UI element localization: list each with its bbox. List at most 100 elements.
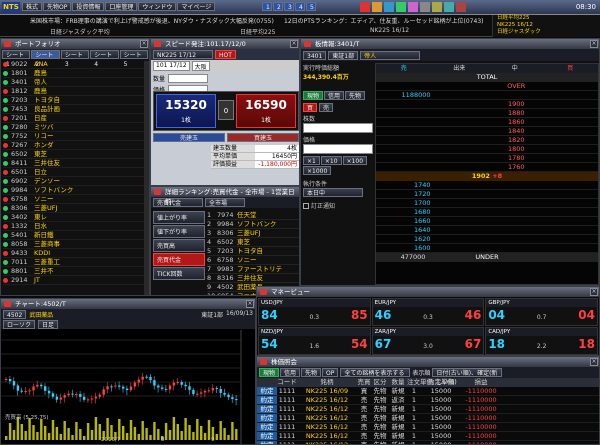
quote-row[interactable]: 1720 (376, 190, 598, 199)
watchlist-row[interactable]: 6501 日立 (3, 168, 147, 177)
index-2[interactable]: 日経平均225 (240, 27, 275, 36)
layout-button[interactable]: 1 (262, 2, 272, 11)
watchlist-row[interactable]: 1332 日水 (3, 222, 147, 231)
quote-row[interactable]: 1860 (376, 118, 598, 127)
fx-pair-tile[interactable]: ZAR/JPY 67 3.0 67 (371, 327, 485, 355)
watchlist-row[interactable]: 1812 鹿島 (3, 87, 147, 96)
quote-row[interactable]: 1680 (376, 208, 598, 217)
quote-row[interactable]: 1760 (376, 163, 598, 172)
fx-pair-tile[interactable]: NZD/JPY 54 1.6 54 (258, 327, 371, 355)
column-header[interactable]: 売買 (357, 378, 371, 387)
ranking-type-select[interactable]: 売買代金 (153, 198, 203, 207)
tier-button[interactable]: ×10 (320, 156, 342, 165)
column-header[interactable]: 損益 (461, 378, 501, 387)
account-select[interactable]: 101 17/12 (153, 61, 190, 71)
buy-toggle[interactable]: 買 (303, 103, 318, 112)
quote-row[interactable]: 1740 (376, 181, 598, 190)
candlestick-chart[interactable] (1, 330, 256, 445)
fx-ask[interactable]: 67 (465, 337, 482, 351)
watchlist-tab[interactable]: シート4 (90, 50, 119, 68)
watchlist-row[interactable]: 6902 デンソー (3, 177, 147, 186)
quote-row[interactable]: 1900 (376, 100, 598, 109)
tier-button[interactable]: ×1000 (303, 166, 332, 175)
watchlist-row[interactable]: 3401 帝人 (3, 78, 147, 87)
watchlist-row[interactable]: 5401 新日鐵 (3, 231, 147, 240)
chart-type-select[interactable]: ローソク (3, 320, 36, 329)
menu-item[interactable]: 口座管理 (105, 2, 138, 11)
ranking-row[interactable]: 5 7203 トヨタ自 (207, 247, 299, 256)
watchlist-tab[interactable]: シート2 (31, 50, 60, 68)
board-qty-input[interactable] (303, 123, 373, 133)
orders-tab[interactable]: 現物 (259, 368, 280, 377)
watchlist-row[interactable]: 7203 トヨタ自 (3, 96, 147, 105)
toolbar-icon[interactable] (456, 2, 466, 12)
board-tab[interactable]: 現物 (303, 91, 324, 100)
fx-bid[interactable]: 18 (488, 337, 505, 351)
order-row[interactable]: 約定 1111 NK225 16/12 売先物 新規 1 15000 -1110000 (257, 414, 599, 423)
close-icon[interactable]: × (590, 288, 598, 296)
buy-position-button[interactable]: 買建玉 (227, 133, 299, 142)
menu-item[interactable]: 投資情報 (72, 2, 105, 11)
quote-row[interactable]: 1620 (376, 235, 598, 244)
watchlist-row[interactable]: 8411 三井住友 (3, 159, 147, 168)
orders-tab[interactable]: 信用 (280, 368, 301, 377)
column-header[interactable]: 注文単価 (407, 378, 433, 387)
watchlist-row[interactable]: 7453 良品計画 (3, 105, 147, 114)
sell-price-button[interactable]: 15320 1枚 (156, 94, 216, 128)
close-icon[interactable]: × (590, 358, 598, 366)
board-price-input[interactable] (303, 144, 373, 154)
fx-bid[interactable]: 67 (375, 337, 392, 351)
column-header[interactable]: コード (277, 378, 297, 387)
watchlist-row[interactable]: 7011 三菱重工 (3, 258, 147, 267)
sell-position-button[interactable]: 売建玉 (153, 133, 225, 142)
orders-tab[interactable]: OP (322, 368, 339, 377)
market-select[interactable]: 大阪 (191, 61, 210, 71)
column-header[interactable]: 銘柄 (297, 378, 357, 387)
ranking-category-button[interactable]: 売買代金 (153, 253, 205, 266)
quote-row[interactable]: 1780 (376, 154, 598, 163)
watchlist-row[interactable]: 7201 日産 (3, 114, 147, 123)
index-1[interactable]: 日経ジャスダック平均 (50, 27, 110, 36)
menu-item[interactable]: ウィンドウ (138, 2, 177, 11)
sort-select[interactable]: 日付(古い順)、確定(新しい順) (432, 368, 503, 386)
fx-ask[interactable]: 46 (465, 308, 482, 322)
symbol-select[interactable]: NK225 17/12 (153, 50, 213, 59)
fx-pair-tile[interactable]: CAD/JPY 18 2.2 18 (485, 327, 598, 355)
watchlist-row[interactable]: 1801 鹿島 (3, 69, 147, 78)
menu-item[interactable]: 先物OP (43, 2, 72, 11)
ranking-category-button[interactable]: TICK回数 (153, 267, 205, 280)
toolbar-icon[interactable] (384, 2, 394, 12)
ranking-market-select[interactable]: 全市場 (205, 198, 245, 207)
chart-code[interactable]: 4502 (3, 310, 27, 319)
hot-button[interactable]: HOT (215, 50, 236, 59)
fx-bid[interactable]: 54 (261, 337, 278, 351)
fx-pair-tile[interactable]: EUR/JPY 46 0.3 46 (371, 298, 485, 326)
ranking-category-button[interactable]: 売買高 (153, 239, 205, 252)
toolbar-icon[interactable] (408, 2, 418, 12)
fx-ask[interactable]: 54 (351, 337, 368, 351)
order-row[interactable]: 約定 1111 NK225 16/12 売先物 新規 1 15000 -1110000 (257, 441, 599, 444)
quote-row[interactable]: 1820 (376, 136, 598, 145)
watchlist-tab[interactable]: シート1 (2, 50, 31, 68)
watchlist-row[interactable]: 9433 KDDI (3, 249, 147, 258)
fx-bid[interactable]: 46 (375, 308, 392, 322)
quote-row[interactable]: OVER (376, 82, 598, 91)
fx-pair-tile[interactable]: GBP/JPY 04 0.7 04 (485, 298, 598, 326)
sell-toggle[interactable]: 売 (319, 103, 334, 112)
close-icon[interactable]: × (590, 40, 598, 48)
watchlist-row[interactable]: 6758 ソニー (3, 195, 147, 204)
toolbar-icon[interactable] (444, 2, 454, 12)
column-header[interactable]: 区分 (371, 378, 389, 387)
watchlist-row[interactable]: 9984 ソフトバンク (3, 186, 147, 195)
watchlist-tab[interactable]: シート3 (60, 50, 90, 68)
order-row[interactable]: 約定 1111 NK225 16/12 売先物 新規 1 15000 -1110000 (257, 423, 599, 432)
order-row[interactable]: 約定 1111 NK225 16/09 買先物 新規 1 15000 -1110000 (257, 387, 599, 396)
close-icon[interactable]: × (290, 40, 298, 48)
orders-tab[interactable]: 先物 (301, 368, 322, 377)
toolbar-icon[interactable] (432, 2, 442, 12)
column-header[interactable]: 数量 (389, 378, 407, 387)
fx-pair-tile[interactable]: USD/JPY 84 0.3 85 (258, 298, 371, 326)
menu-item[interactable]: マイページ (177, 2, 216, 11)
quote-row[interactable]: 1188000 (376, 91, 598, 100)
watchlist-row[interactable]: 3402 東レ (3, 213, 147, 222)
